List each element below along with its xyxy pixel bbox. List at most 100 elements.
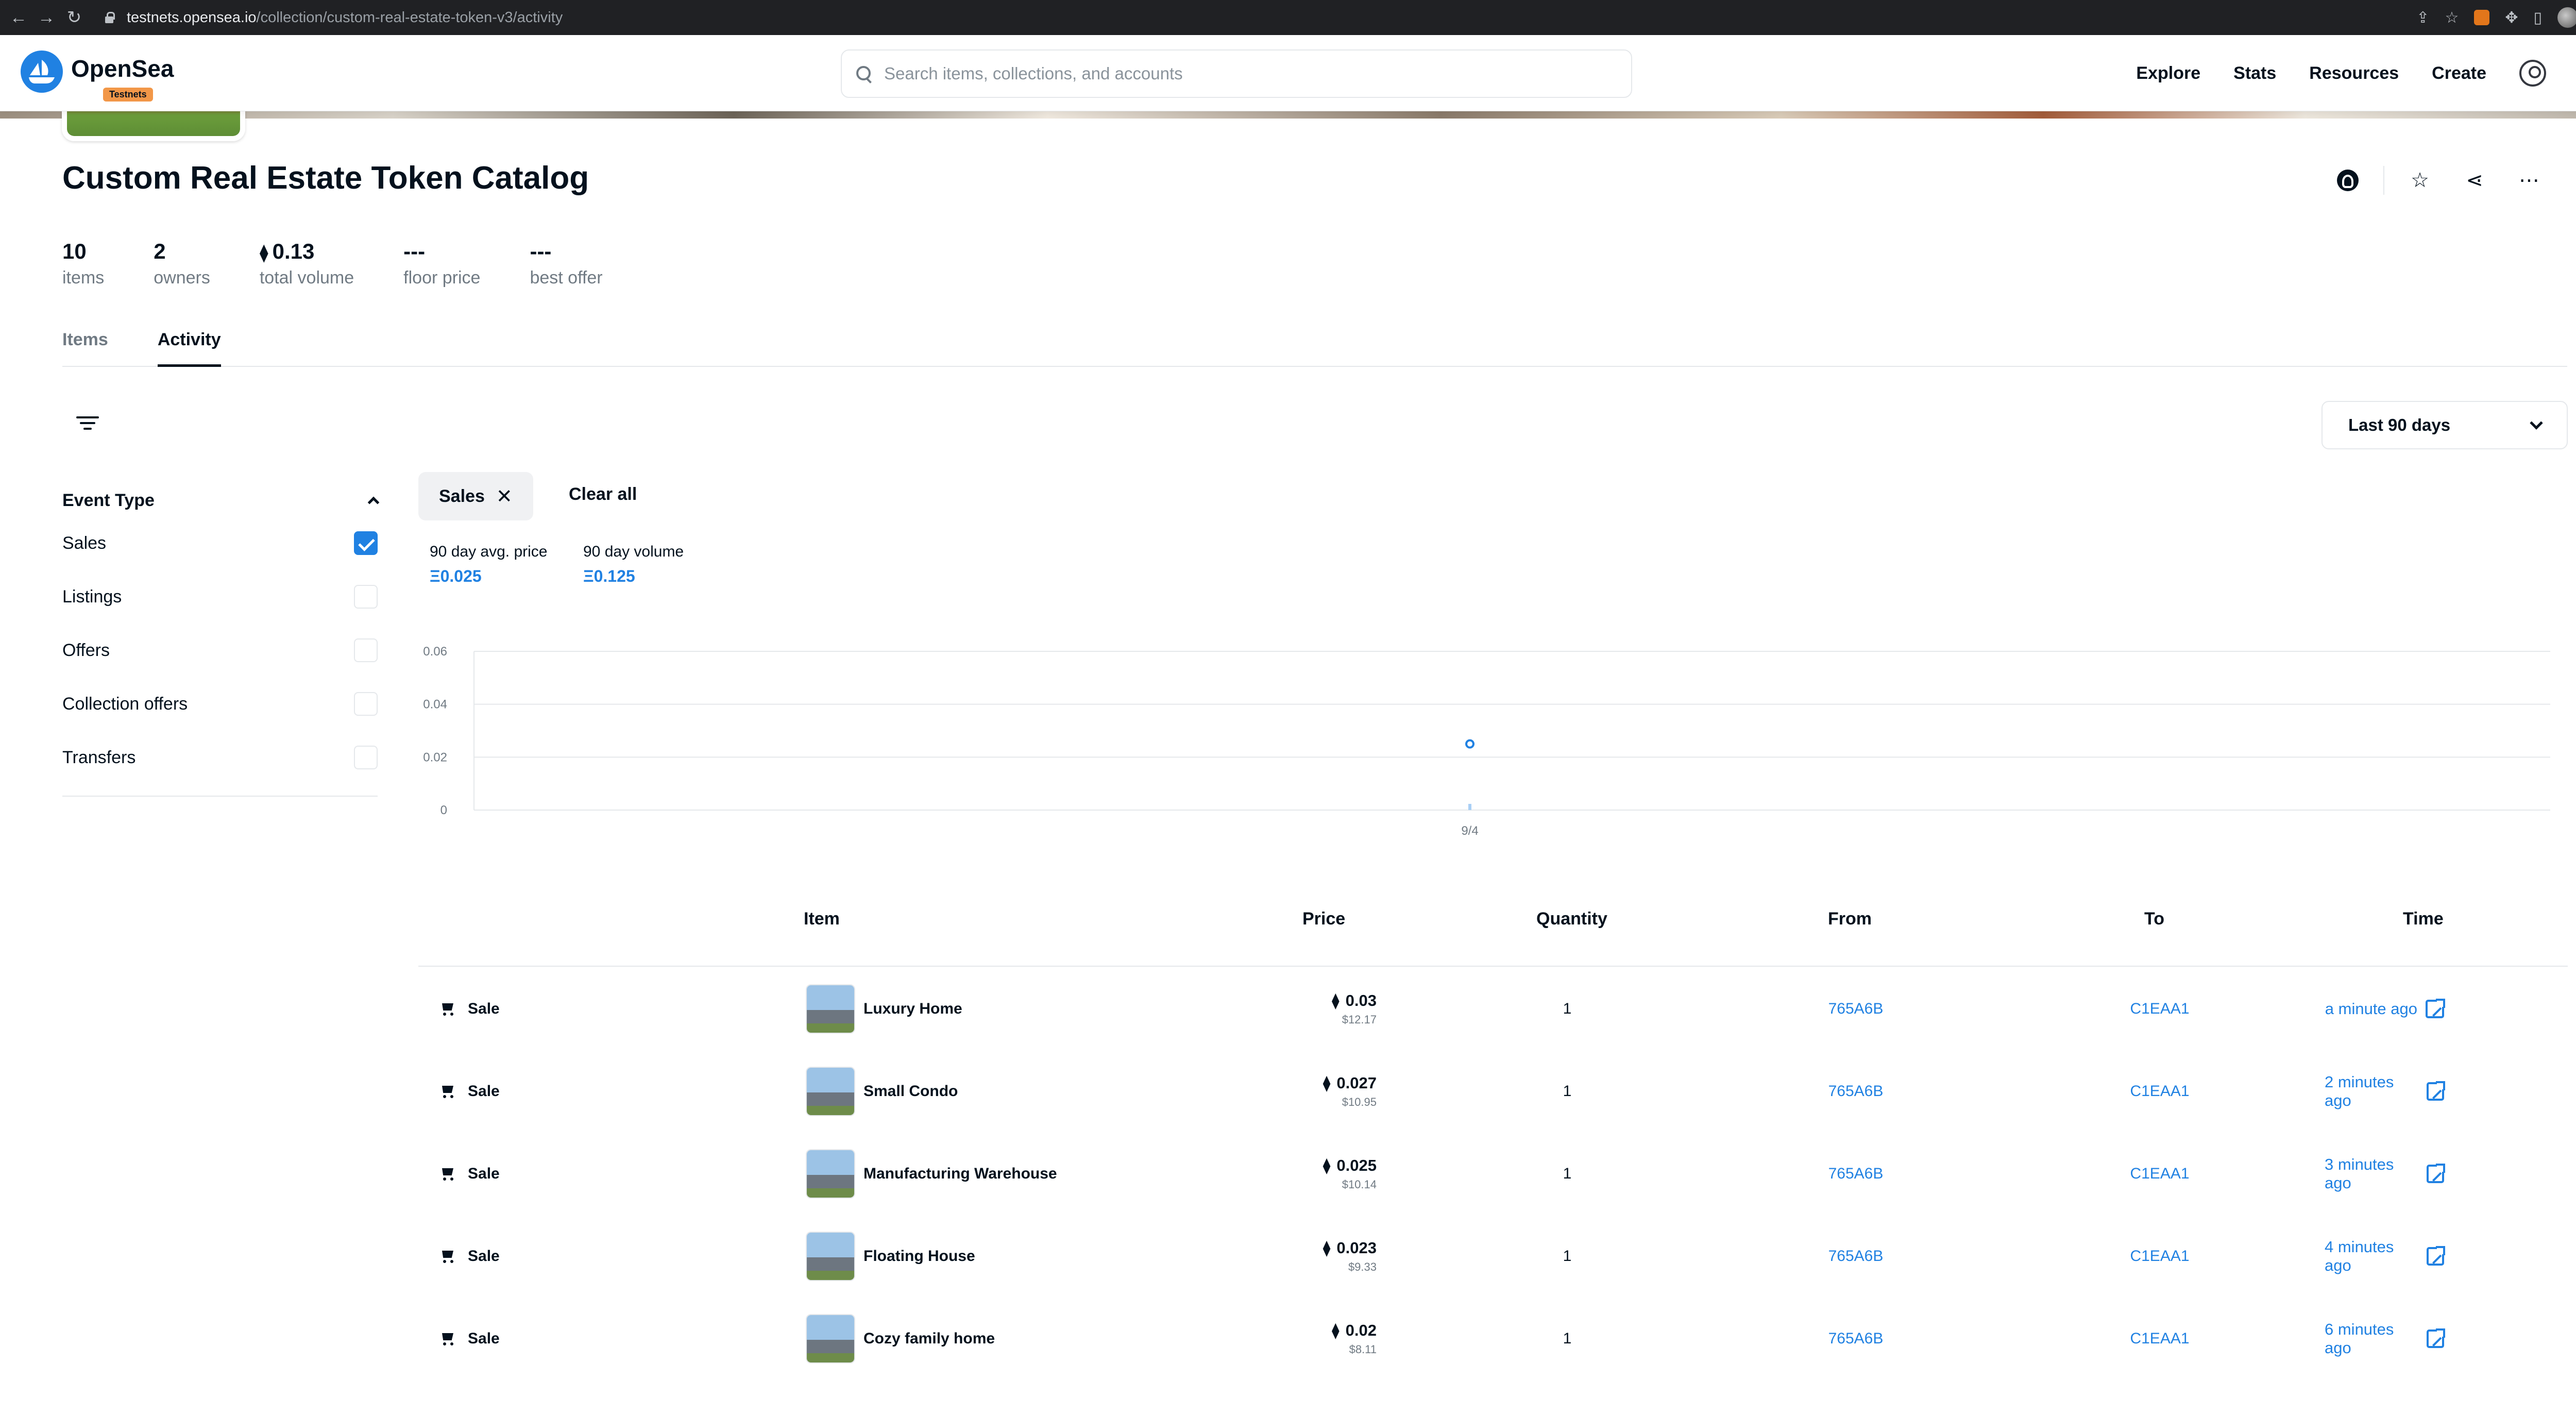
external-link-icon[interactable]: [2426, 998, 2446, 1018]
reload-icon[interactable]: ↻: [65, 7, 83, 28]
sales-checkbox[interactable]: [354, 531, 378, 555]
search-input[interactable]: [884, 64, 1605, 83]
filter-collection-offers[interactable]: Collection offers: [62, 677, 378, 731]
table-row[interactable]: Sale Cozy family home ⧫ 0.02 $8.11 1 765A6B C1E…: [418, 1298, 2568, 1380]
table-row[interactable]: Sale Luxury Home ⧫ 0.03 $12.17 1 765A6B C1EAA1 a…: [418, 968, 2568, 1050]
filter-offers[interactable]: Offers: [62, 624, 378, 677]
item-name[interactable]: Cozy family home: [863, 1330, 995, 1348]
time-range-select[interactable]: Last 90 days: [2321, 401, 2568, 449]
to-address-link[interactable]: C1EAA1: [2077, 968, 2242, 1050]
table-row[interactable]: Sale Small Condo ⧫ 0.027 $10.95 1 765A6B C1EAA1…: [418, 1050, 2568, 1133]
account-icon[interactable]: [2519, 60, 2546, 87]
to-address-link[interactable]: C1EAA1: [2077, 1215, 2242, 1298]
item-thumbnail[interactable]: [806, 1232, 855, 1281]
item-cell[interactable]: Manufacturing Warehouse: [806, 1133, 1057, 1215]
listings-checkbox[interactable]: [354, 585, 378, 609]
item-cell[interactable]: Cozy family home: [806, 1298, 995, 1380]
tab-activity[interactable]: Activity: [157, 330, 221, 367]
price-cell: ⧫ 0.023 $9.33: [1323, 1239, 1377, 1273]
offers-checkbox[interactable]: [354, 638, 378, 662]
extensions-puzzle-icon[interactable]: ✥: [2505, 9, 2518, 27]
external-link-icon[interactable]: [2426, 1245, 2447, 1266]
close-icon[interactable]: ✕: [496, 485, 513, 508]
item-cell[interactable]: Luxury Home: [806, 968, 962, 1050]
active-filter-chip[interactable]: Sales ✕: [418, 472, 533, 520]
external-link-icon[interactable]: [2426, 1080, 2447, 1101]
browser-profile-avatar[interactable]: [2557, 7, 2576, 28]
stat-total-volume: ⧫ 0.13 total volume: [259, 239, 354, 288]
item-name[interactable]: Luxury Home: [863, 1000, 962, 1018]
collection-title: Custom Real Estate Token Catalog: [62, 160, 589, 196]
item-thumbnail[interactable]: [806, 1149, 855, 1199]
share-icon[interactable]: ⋖: [2462, 167, 2487, 193]
from-address-link[interactable]: 765A6B: [1773, 1215, 1938, 1298]
y-tick-label: 0: [440, 803, 447, 817]
collection-offers-checkbox[interactable]: [354, 692, 378, 716]
item-thumbnail[interactable]: [806, 1067, 855, 1116]
address-bar[interactable]: testnets.opensea.io/collection/custom-re…: [104, 9, 563, 26]
back-arrow-icon[interactable]: ←: [9, 8, 28, 28]
event-cell: Sale: [439, 1298, 500, 1380]
price-cell: ⧫ 0.027 $10.95: [1323, 1074, 1377, 1108]
cart-icon: [439, 1166, 456, 1182]
cart-icon: [439, 1084, 456, 1099]
table-row[interactable]: Sale Manufacturing Warehouse ⧫ 0.025 $10.14 1…: [418, 1133, 2568, 1215]
transfers-checkbox[interactable]: [354, 746, 378, 769]
event-type-filter: Event Type Sales Listings Offers Collect…: [62, 484, 380, 797]
nav-resources[interactable]: Resources: [2309, 63, 2399, 83]
tab-items[interactable]: Items: [62, 330, 108, 367]
item-cell[interactable]: Floating House: [806, 1215, 975, 1298]
bookmark-star-icon[interactable]: ☆: [2445, 9, 2459, 27]
filter-sales[interactable]: Sales: [62, 516, 378, 570]
item-thumbnail[interactable]: [806, 1314, 855, 1364]
event-type-header[interactable]: Event Type: [62, 484, 380, 516]
forward-arrow-icon[interactable]: →: [37, 8, 56, 28]
to-address-link[interactable]: C1EAA1: [2077, 1298, 2242, 1380]
item-thumbnail[interactable]: [806, 984, 855, 1034]
external-link-icon[interactable]: [2426, 1327, 2447, 1348]
opensea-boat-icon: [21, 50, 63, 93]
quantity-cell: 1: [1563, 1330, 1572, 1347]
to-address-link[interactable]: C1EAA1: [2077, 1133, 2242, 1215]
external-link-icon[interactable]: [2426, 1163, 2447, 1183]
nav-create[interactable]: Create: [2432, 63, 2486, 83]
collection-tabs: Items Activity: [62, 330, 2567, 367]
more-options-icon[interactable]: ⋯: [2516, 167, 2542, 193]
quantity-cell: 1: [1563, 1248, 1572, 1265]
filter-toggle-icon[interactable]: [76, 416, 99, 434]
clear-all-button[interactable]: Clear all: [569, 484, 637, 504]
favorite-star-icon[interactable]: ☆: [2407, 167, 2433, 193]
col-item: Item: [804, 909, 840, 929]
from-address-link[interactable]: 765A6B: [1773, 1133, 1938, 1215]
network-icon[interactable]: [2335, 167, 2361, 193]
nav-stats[interactable]: Stats: [2233, 63, 2276, 83]
from-address-link[interactable]: 765A6B: [1773, 1050, 1938, 1133]
activity-table-header: Item Price Quantity From To Time: [418, 897, 2568, 967]
filter-transfers[interactable]: Transfers: [62, 731, 378, 784]
time-link[interactable]: 3 minutes ago: [2325, 1133, 2447, 1215]
time-link[interactable]: 2 minutes ago: [2325, 1050, 2447, 1133]
from-address-link[interactable]: 765A6B: [1773, 1298, 1938, 1380]
time-link[interactable]: a minute ago: [2325, 968, 2446, 1050]
side-panel-icon[interactable]: ▯: [2533, 9, 2542, 27]
to-address-link[interactable]: C1EAA1: [2077, 1050, 2242, 1133]
table-row[interactable]: Sale Floating House ⧫ 0.023 $9.33 1 765A6B C1EA…: [418, 1215, 2568, 1298]
eth-icon: ⧫: [1323, 1075, 1331, 1092]
browser-toolbar: ← → ↻ testnets.opensea.io/collection/cus…: [0, 0, 2576, 35]
nav-explore[interactable]: Explore: [2136, 63, 2200, 83]
filter-listings[interactable]: Listings: [62, 570, 378, 624]
share-page-icon[interactable]: ⇪: [2416, 9, 2429, 27]
item-name[interactable]: Manufacturing Warehouse: [863, 1165, 1057, 1183]
item-name[interactable]: Floating House: [863, 1248, 975, 1265]
from-address-link[interactable]: 765A6B: [1773, 968, 1938, 1050]
sales-chart: 0 0.02 0.04 0.06 9/4: [412, 629, 2561, 845]
search-bar[interactable]: [841, 49, 1632, 98]
time-link[interactable]: 6 minutes ago: [2325, 1298, 2447, 1380]
eth-icon: ⧫: [1331, 1322, 1340, 1339]
item-name[interactable]: Small Condo: [863, 1083, 958, 1100]
metamask-extension-icon[interactable]: [2474, 10, 2490, 25]
opensea-logo[interactable]: OpenSea: [21, 50, 174, 93]
time-link[interactable]: 4 minutes ago: [2325, 1215, 2447, 1298]
x-tick-label: 9/4: [1461, 824, 1478, 838]
item-cell[interactable]: Small Condo: [806, 1050, 958, 1133]
